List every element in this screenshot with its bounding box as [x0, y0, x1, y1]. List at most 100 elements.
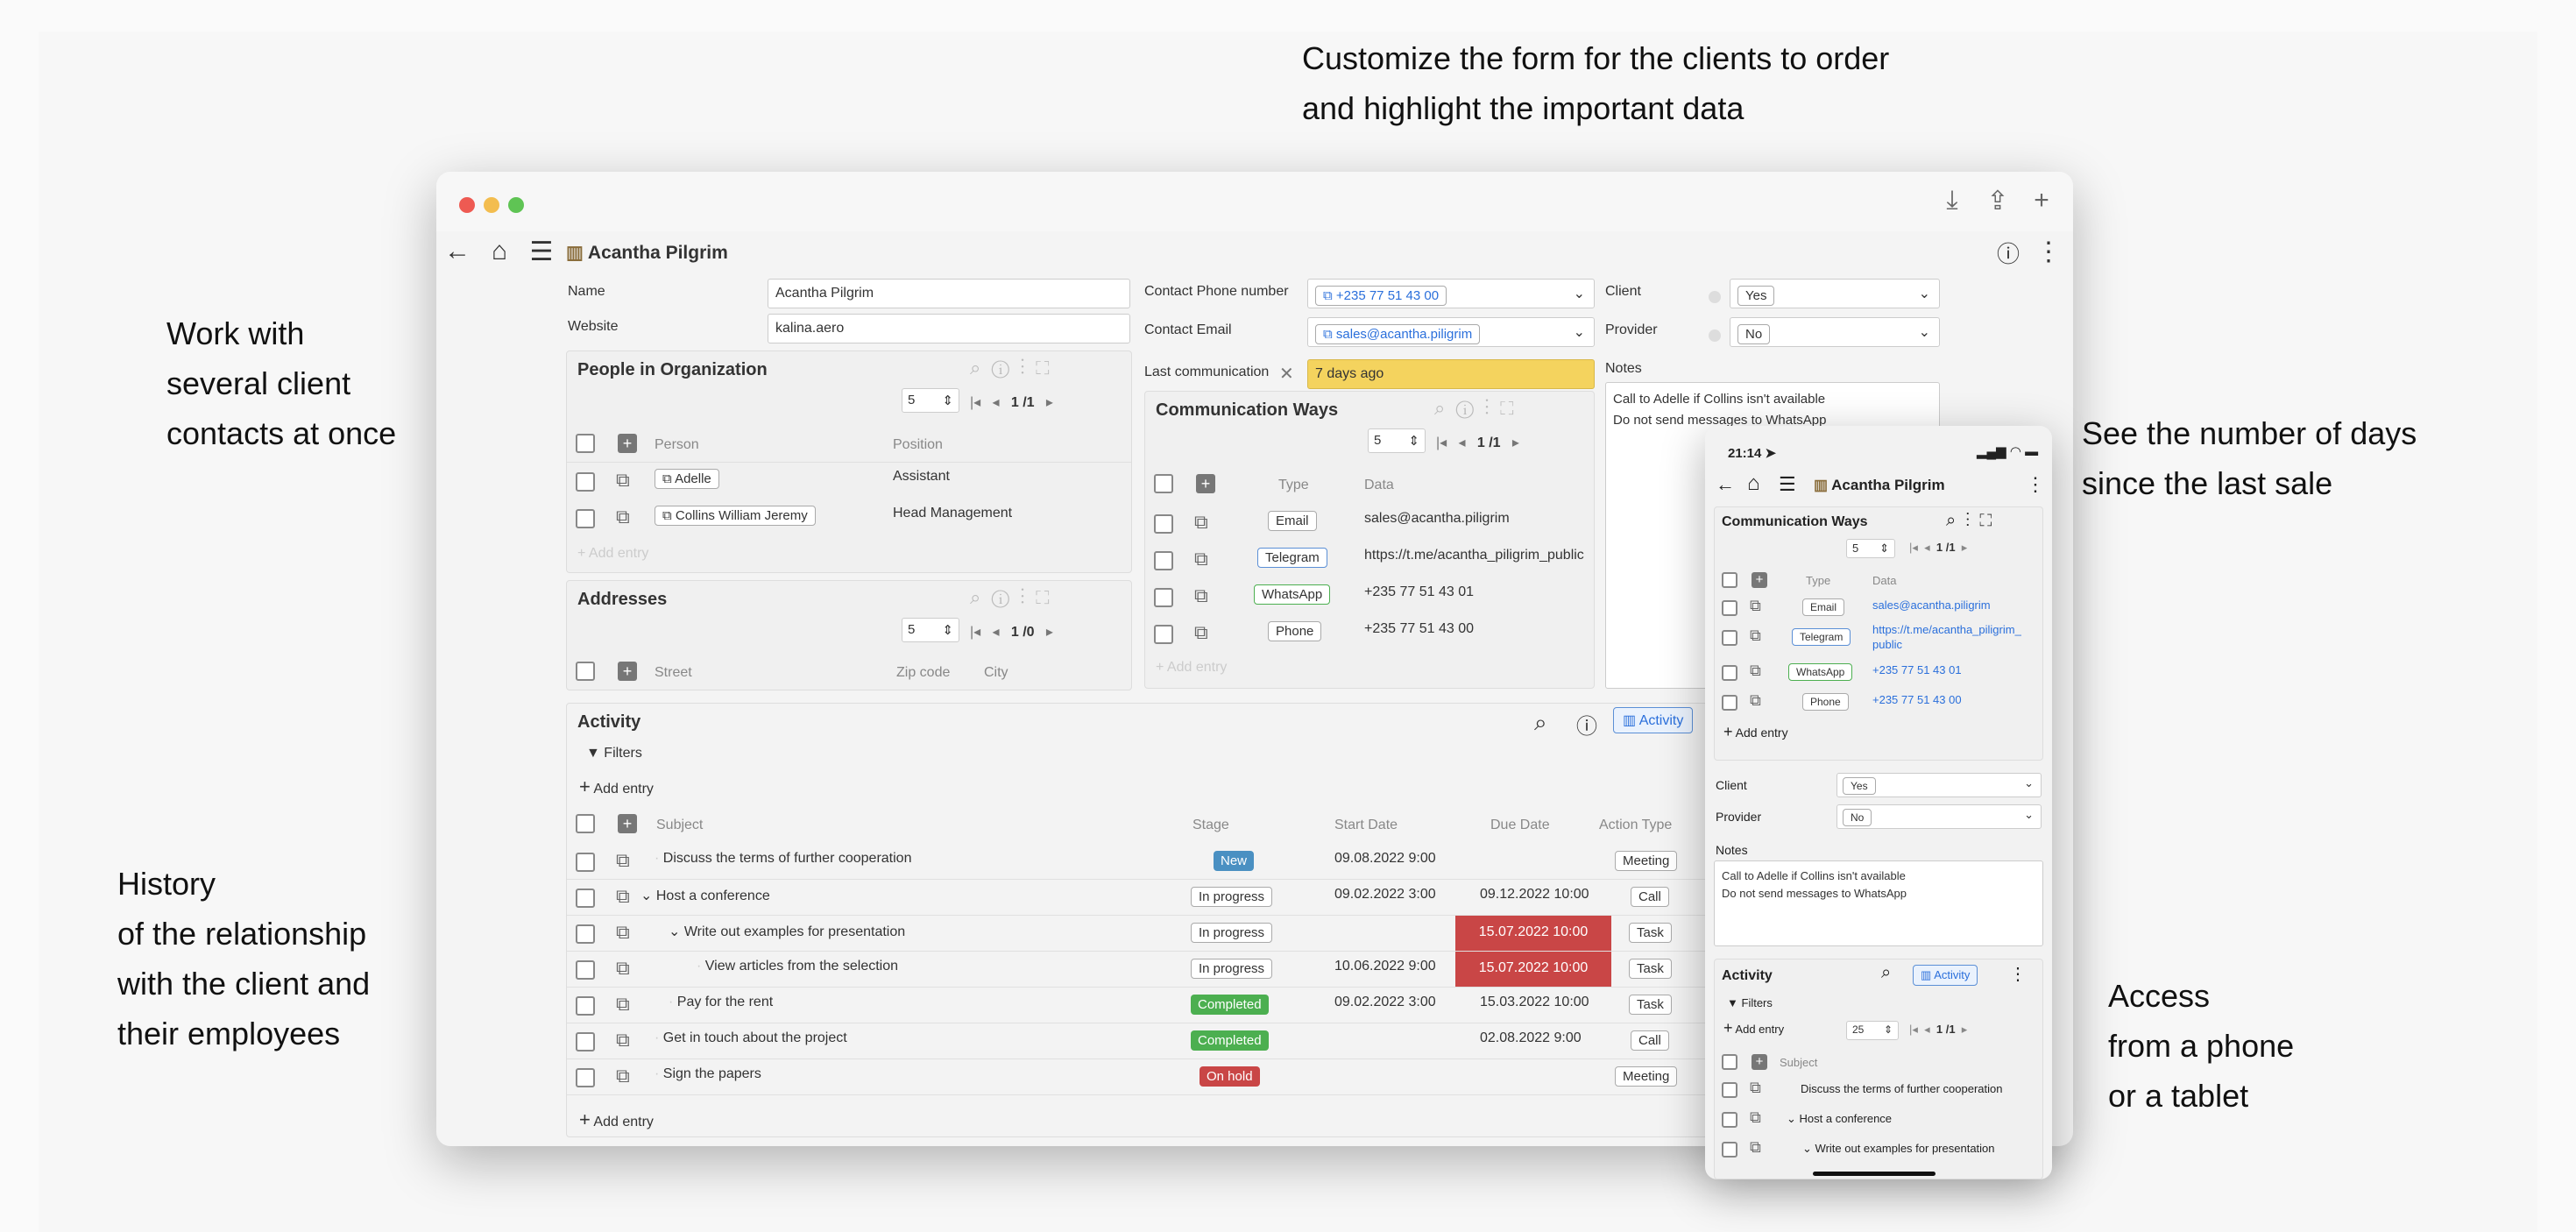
- pager-controls[interactable]: |◂ ◂ 1 /1 ▸: [1909, 541, 1967, 555]
- filters-button[interactable]: ▼ Filters: [586, 746, 642, 761]
- edit-icon[interactable]: ⧉: [1750, 1108, 1761, 1127]
- edit-icon[interactable]: ⧉: [1750, 1138, 1761, 1157]
- row-checkbox[interactable]: [1154, 625, 1173, 644]
- home-icon[interactable]: ⌂: [482, 237, 517, 266]
- edit-icon[interactable]: ⧉: [1750, 691, 1761, 710]
- edit-icon[interactable]: ⧉: [616, 885, 630, 908]
- add-entry-top-button[interactable]: + Add entry: [579, 775, 654, 798]
- comm-data-link[interactable]: +235 77 51 43 00: [1872, 693, 1962, 706]
- email-tag[interactable]: ⧉ sales@acantha.piligrim: [1315, 324, 1481, 344]
- edit-icon[interactable]: ⧉: [1750, 662, 1761, 680]
- row-checkbox[interactable]: [1722, 665, 1737, 681]
- website-field[interactable]: kalina.aero: [768, 314, 1130, 343]
- select-all-checkbox[interactable]: [1722, 572, 1737, 588]
- edit-icon[interactable]: ⧉: [1750, 1079, 1761, 1097]
- phone-activity-subject[interactable]: Discuss the terms of further cooperation: [1801, 1082, 2003, 1095]
- row-checkbox[interactable]: [1722, 1082, 1737, 1098]
- row-checkbox[interactable]: [576, 1068, 595, 1087]
- add-plus-icon[interactable]: +: [1196, 474, 1215, 493]
- select-all-checkbox[interactable]: [576, 814, 595, 833]
- back-arrow-icon[interactable]: ←: [440, 237, 475, 266]
- edit-icon[interactable]: ⧉: [1194, 511, 1208, 534]
- comm-data-link[interactable]: https://t.me/acantha_piligrim_: [1872, 623, 2021, 636]
- activity-view-button[interactable]: ▥ Activity: [1613, 707, 1694, 733]
- panel-tools-icons[interactable]: ⌕ ⓘ ⋮ ⛶: [970, 357, 1049, 379]
- activity-subject-cell[interactable]: · Get in touch about the project: [655, 1030, 847, 1046]
- row-checkbox[interactable]: [576, 853, 595, 872]
- edit-icon[interactable]: ⧉: [616, 921, 630, 944]
- last-communication-field[interactable]: 7 days ago: [1307, 359, 1595, 389]
- search-icon[interactable]: ⌕: [1534, 709, 1547, 737]
- phone-client-select[interactable]: Yes ⌄: [1836, 773, 2042, 797]
- row-checkbox[interactable]: [1722, 600, 1737, 616]
- row-checkbox[interactable]: [576, 509, 595, 528]
- phone-act-add-button[interactable]: + Add entry: [1723, 1019, 1784, 1037]
- comm-data-link[interactable]: +235 77 51 43 01: [1872, 663, 1962, 676]
- comm-data-link[interactable]: sales@acantha.piligrim: [1364, 511, 1510, 527]
- activity-subject-cell[interactable]: · View articles from the selection: [697, 959, 898, 974]
- phone-act-page-size[interactable]: 25 ⇕: [1846, 1021, 1899, 1040]
- zoom-window-button[interactable]: [508, 197, 524, 213]
- comm-data-link[interactable]: +235 77 51 43 00: [1364, 621, 1474, 637]
- panel-tools-icons[interactable]: ⌕ ⓘ ⋮ ⛶: [1434, 397, 1513, 420]
- add-entry-bottom-button[interactable]: + Add entry: [579, 1108, 654, 1131]
- activity-subject-cell[interactable]: · Pay for the rent: [669, 995, 773, 1010]
- row-checkbox[interactable]: [1722, 1142, 1737, 1158]
- pager-controls[interactable]: |◂ ◂ 1 /1 ▸: [1909, 1023, 1967, 1037]
- comm-page-size[interactable]: 5 ⇕: [1368, 428, 1426, 453]
- client-select[interactable]: Yes ⌄: [1730, 279, 1940, 308]
- phone-provider-select[interactable]: No ⌄: [1836, 804, 2042, 829]
- row-checkbox[interactable]: [1154, 588, 1173, 607]
- person-adelle[interactable]: ⧉ Adelle: [655, 469, 719, 489]
- edit-icon[interactable]: ⧉: [616, 1029, 630, 1051]
- help-icon[interactable]: ⓘ: [1991, 237, 2026, 269]
- email-select[interactable]: ⧉ sales@acantha.piligrim ⌄: [1307, 317, 1595, 347]
- edit-icon[interactable]: ⧉: [1750, 627, 1761, 645]
- people-page-size[interactable]: 5 ⇕: [902, 388, 959, 413]
- select-all-checkbox[interactable]: [1154, 474, 1173, 493]
- row-checkbox[interactable]: [576, 996, 595, 1016]
- row-checkbox[interactable]: [1154, 551, 1173, 570]
- activity-subject-cell[interactable]: · Discuss the terms of further cooperati…: [655, 851, 911, 867]
- phone-select[interactable]: ⧉ +235 77 51 43 00 ⌄: [1307, 279, 1595, 308]
- home-icon[interactable]: ⌂: [1747, 471, 1760, 496]
- help-icon[interactable]: ⓘ: [1576, 709, 1597, 740]
- activity-subject-cell[interactable]: ⌄ Host a conference: [640, 887, 770, 904]
- add-plus-icon[interactable]: +: [1752, 572, 1767, 588]
- phone-add-entry-button[interactable]: + Add entry: [1723, 723, 1788, 741]
- pager-controls[interactable]: |◂ ◂ 1 /1 ▸: [970, 393, 1053, 411]
- row-checkbox[interactable]: [576, 960, 595, 980]
- download-icon[interactable]: ⤓: [1935, 186, 1970, 216]
- edit-icon[interactable]: ⧉: [616, 506, 630, 528]
- row-checkbox[interactable]: [1154, 514, 1173, 534]
- select-all-checkbox[interactable]: [1722, 1054, 1737, 1070]
- edit-icon[interactable]: ⧉: [616, 1065, 630, 1087]
- new-tab-icon[interactable]: +: [2024, 186, 2059, 216]
- more-vert-icon[interactable]: ⋮: [2009, 963, 2027, 985]
- row-checkbox[interactable]: [576, 889, 595, 908]
- row-checkbox[interactable]: [576, 924, 595, 944]
- close-window-button[interactable]: [459, 197, 475, 213]
- back-arrow-icon[interactable]: ←: [1716, 473, 1735, 496]
- person-tag[interactable]: ⧉ Collins William Jeremy: [655, 506, 816, 526]
- select-all-checkbox[interactable]: [576, 434, 595, 453]
- comm-data-link-wrap[interactable]: public: [1872, 638, 1902, 651]
- row-checkbox[interactable]: [1722, 695, 1737, 711]
- add-plus-icon[interactable]: +: [618, 814, 637, 833]
- provider-select[interactable]: No ⌄: [1730, 317, 1940, 347]
- share-icon[interactable]: ⇪: [1980, 186, 2015, 216]
- phone-activity-view-button[interactable]: ▥ Activity: [1913, 965, 1978, 986]
- person-collins[interactable]: ⧉ Collins William Jeremy: [655, 506, 816, 526]
- minimize-window-button[interactable]: [484, 197, 499, 213]
- phone-notes-textarea[interactable]: Call to Adelle if Collins isn't availabl…: [1714, 860, 2043, 946]
- phone-filters-button[interactable]: ▼ Filters: [1727, 996, 1773, 1009]
- comm-data-link[interactable]: +235 77 51 43 01: [1364, 584, 1474, 600]
- pager-controls[interactable]: |◂ ◂ 1 /0 ▸: [970, 623, 1053, 641]
- panel-tools-icons[interactable]: ⌕ ⓘ ⋮ ⛶: [970, 586, 1049, 609]
- search-icon[interactable]: ⌕: [1881, 963, 1891, 983]
- edit-icon[interactable]: ⧉: [1194, 621, 1208, 644]
- more-vert-icon[interactable]: ⋮: [2026, 473, 2045, 496]
- more-vert-icon[interactable]: ⋮: [2031, 237, 2066, 267]
- edit-icon[interactable]: ⧉: [616, 993, 630, 1016]
- phone-activity-row[interactable]: ⌄ Host a conference: [1787, 1112, 1892, 1126]
